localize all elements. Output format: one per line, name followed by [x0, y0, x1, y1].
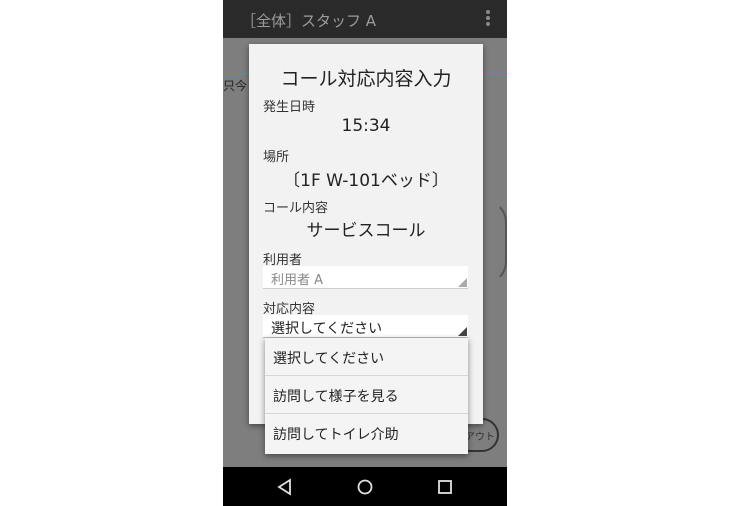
response-dropdown-list: 選択してください 訪問して様子を見る 訪問してトイレ介助 — [265, 338, 468, 454]
background-status-text: 只今 — [223, 79, 248, 93]
app-bar: ［全体］スタッフ A — [223, 0, 507, 38]
dropdown-option-label: 訪問して様子を見る — [273, 389, 399, 405]
call-label: コール内容 — [263, 201, 329, 216]
dropdown-option[interactable]: 選択してください — [265, 338, 468, 376]
dropdown-option-label: 訪問してトイレ介助 — [273, 427, 399, 443]
logout-label: アウト — [465, 432, 495, 443]
dropdown-corner-icon — [458, 327, 467, 336]
call-value: サービスコール — [306, 221, 426, 241]
overflow-menu-icon[interactable] — [485, 10, 491, 28]
dropdown-corner-icon — [458, 278, 467, 287]
dropdown-option-label: 選択してください — [273, 351, 385, 367]
place-value: 〔1F W-101ベッド〕 — [283, 171, 449, 191]
home-icon[interactable] — [355, 477, 375, 497]
dropdown-option[interactable]: 訪問してトイレ介助 — [265, 414, 468, 452]
occurred-label: 発生日時 — [263, 100, 316, 115]
recents-icon[interactable] — [435, 477, 455, 497]
response-select[interactable]: 選択してください — [263, 315, 468, 338]
response-select-value: 選択してください — [271, 321, 383, 337]
app-title: ［全体］スタッフ A — [241, 12, 377, 30]
occurred-value: 15:34 — [341, 116, 391, 136]
place-label: 場所 — [263, 150, 290, 165]
dropdown-option[interactable]: 訪問して様子を見る — [265, 376, 468, 414]
dialog-title: コール対応内容入力 — [280, 68, 452, 90]
user-select-value: 利用者 A — [271, 273, 324, 288]
navigation-bar — [223, 467, 507, 506]
back-icon[interactable] — [275, 477, 295, 497]
user-select[interactable]: 利用者 A — [263, 266, 468, 289]
